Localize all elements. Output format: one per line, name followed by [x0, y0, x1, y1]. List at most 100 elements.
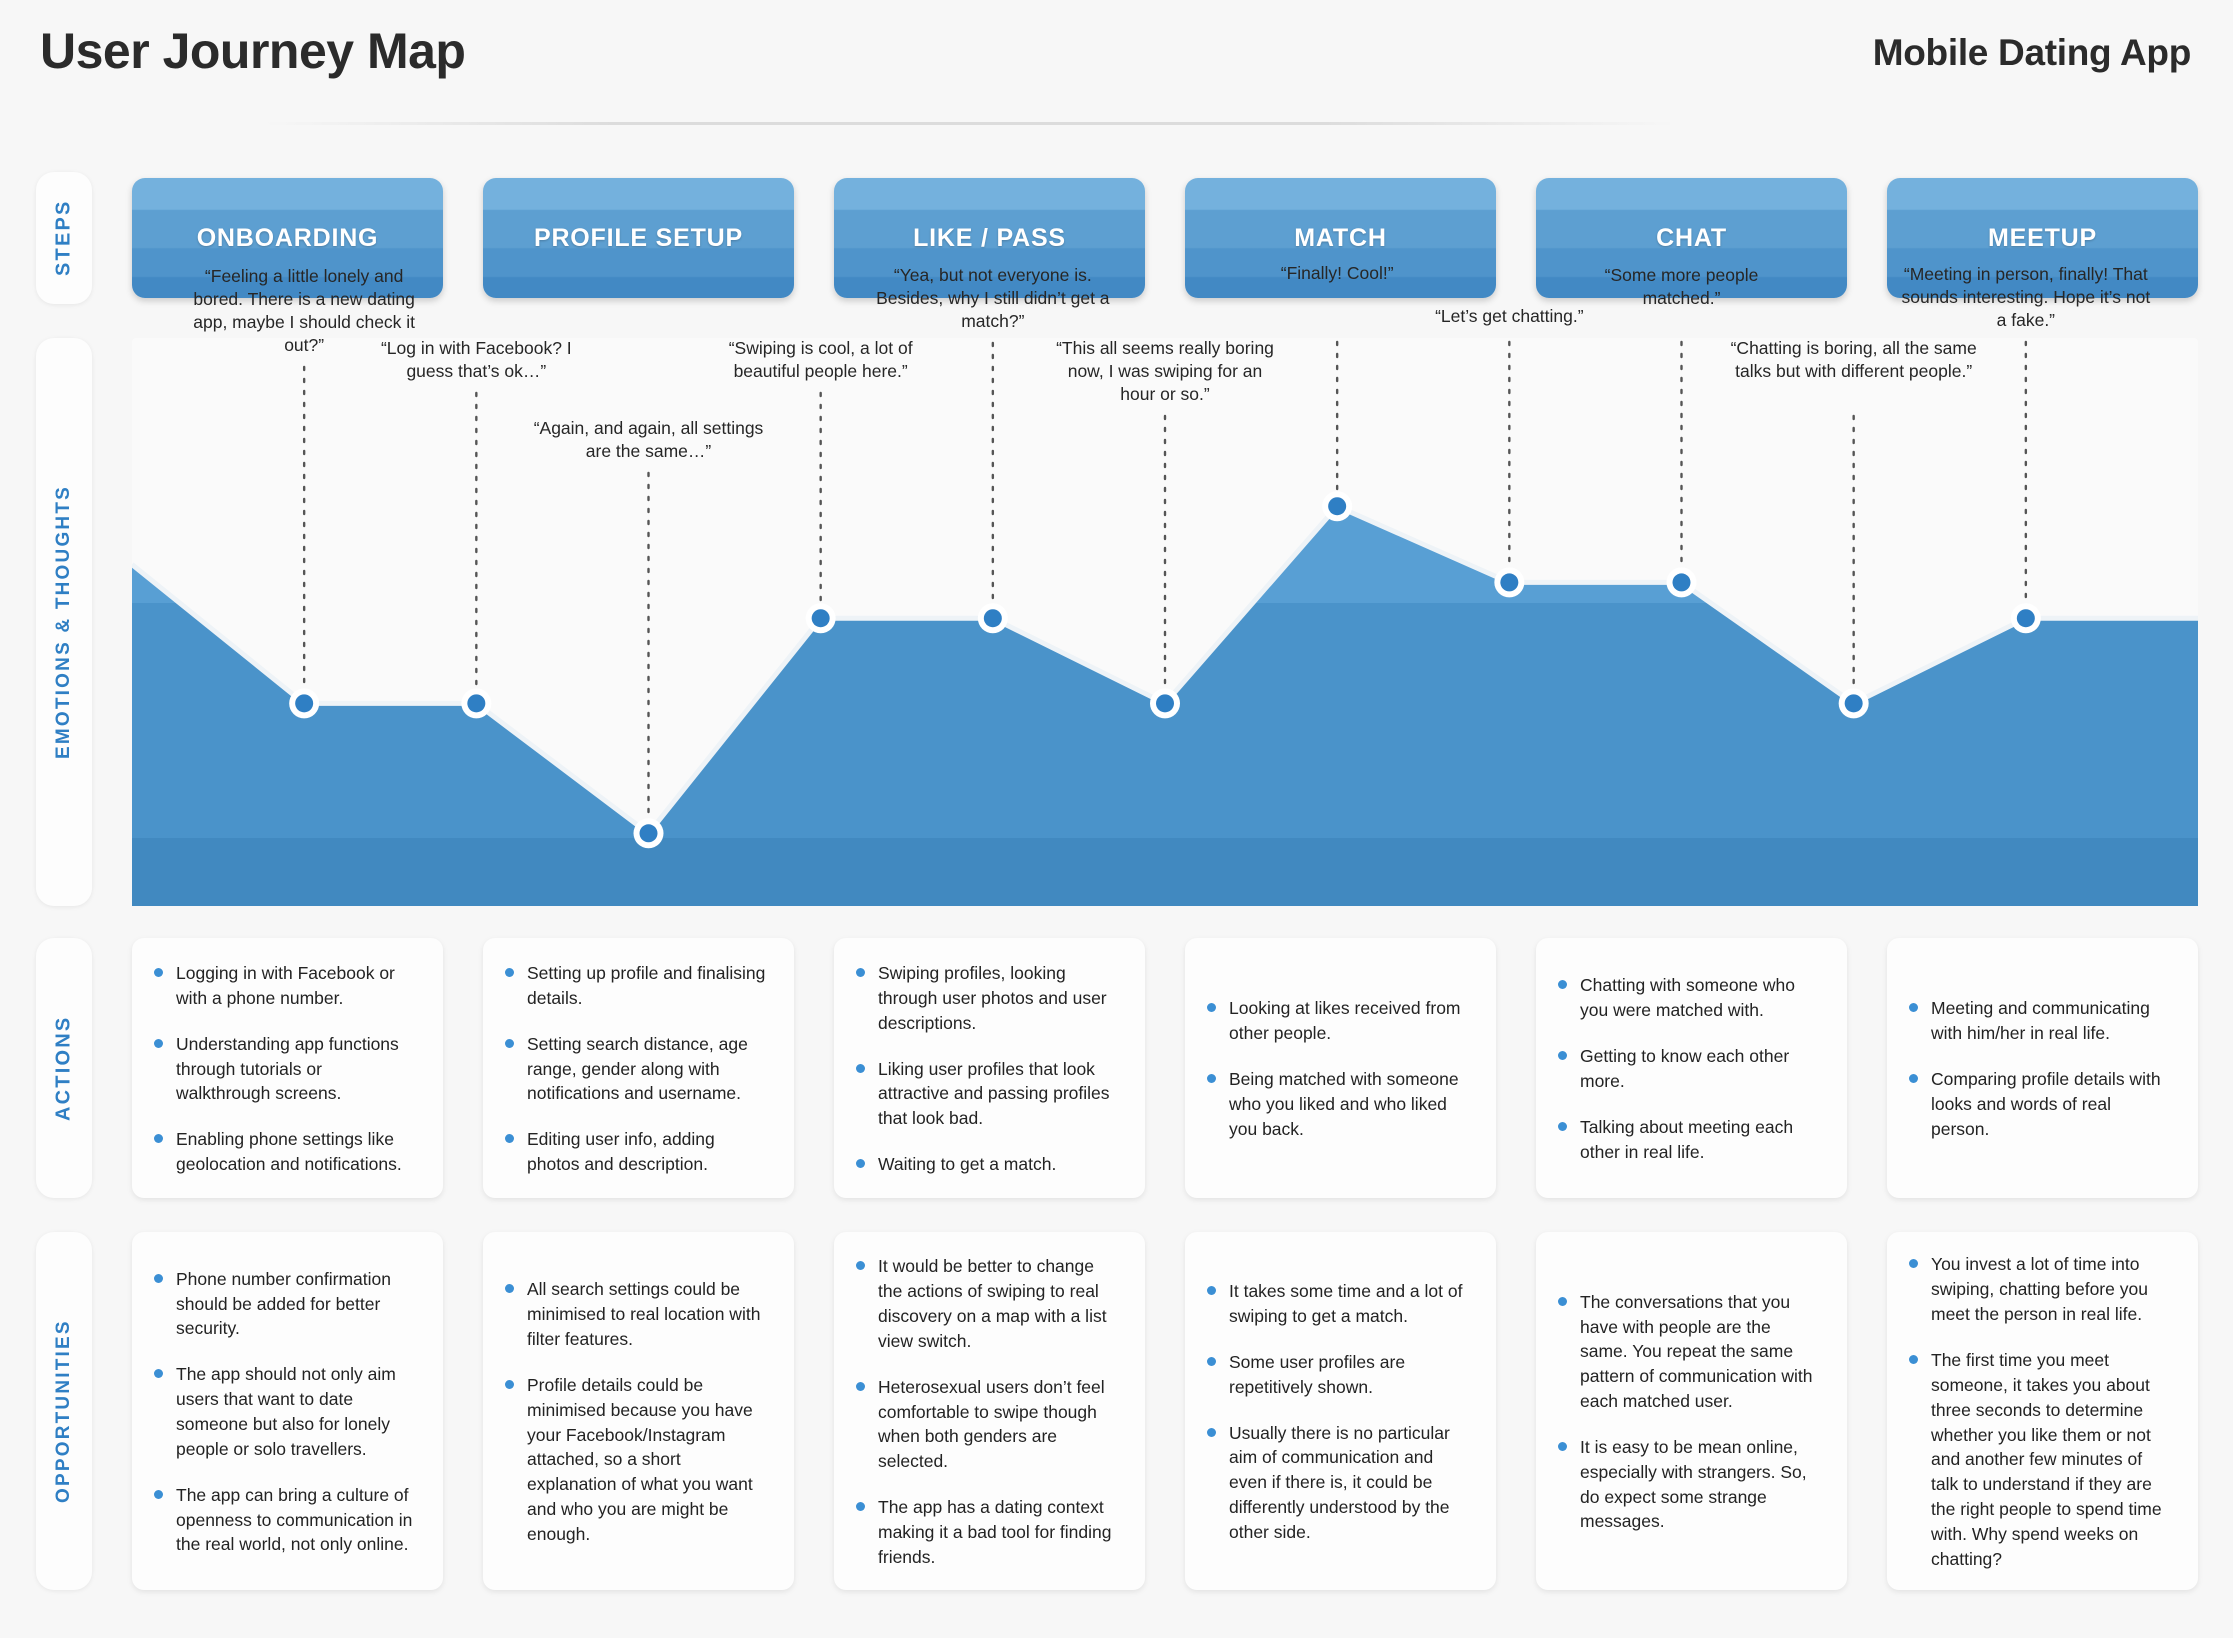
opportunity-item-text: All search settings could be minimised t…: [527, 1279, 761, 1349]
action-item-text: Talking about meeting each other in real…: [1580, 1116, 1794, 1162]
list-item: Comparing profile details with looks and…: [1909, 1067, 2172, 1142]
list-item: Swiping profiles, looking through user p…: [856, 961, 1119, 1036]
list-item: It is easy to be mean online, especially…: [1558, 1435, 1821, 1534]
action-card-5: Chatting with someone who you were match…: [1536, 938, 1847, 1198]
emotion-node-core[interactable]: [2016, 609, 2035, 628]
action-item-text: Liking user profiles that look attractiv…: [878, 1058, 1110, 1129]
emotion-node-core[interactable]: [811, 609, 830, 628]
bullet-dot-icon: [505, 1038, 514, 1048]
emotion-quote-3: “Again, and again, all settings are the …: [533, 418, 764, 462]
list-item: Some user profiles are repetitively show…: [1207, 1350, 1470, 1400]
list-item: Talking about meeting each other in real…: [1558, 1115, 1821, 1165]
page-title: User Journey Map: [40, 23, 466, 79]
opportunity-card-2: All search settings could be minimised t…: [483, 1232, 794, 1590]
action-card-2: Setting up profile and finalising detail…: [483, 938, 794, 1198]
opportunity-item-text: The first time you meet someone, it take…: [1931, 1349, 2162, 1569]
emotion-quote-2: “Log in with Facebook? I guess that’s ok…: [380, 338, 572, 382]
opportunity-item-text: The app has a dating context making it a…: [878, 1497, 1112, 1567]
bullet-dot-icon: [154, 968, 163, 978]
emotion-node-core[interactable]: [1156, 694, 1174, 713]
emotion-quote-9: “Some more people matched.”: [1604, 265, 1759, 309]
emotions-row-label: EMOTIONS & THOUGHTS: [53, 484, 74, 760]
bullet-dot-icon: [1207, 1074, 1216, 1084]
list-item: The app can bring a culture of openness …: [154, 1483, 417, 1558]
bullet-dot-icon: [856, 1381, 865, 1391]
user-journey-map-page: User Journey Map Mobile Dating App STEPS…: [0, 0, 2233, 1638]
bullet-dot-icon: [154, 1134, 163, 1144]
emotion-node-core[interactable]: [467, 694, 486, 713]
list-item: Setting up profile and finalising detail…: [505, 961, 768, 1011]
opportunity-card-1: Phone number confirmation should be adde…: [132, 1232, 443, 1590]
bullet-dot-icon: [1558, 1441, 1567, 1451]
page-subtitle: Mobile Dating App: [1872, 32, 2192, 73]
opportunity-item-text: Usually there is no particular aim of co…: [1229, 1422, 1450, 1542]
bullet-dot-icon: [856, 1063, 865, 1073]
action-item-text: Waiting to get a match.: [878, 1154, 1057, 1175]
action-item-text: Editing user info, adding photos and des…: [527, 1129, 715, 1175]
emotion-curve-chart: [132, 340, 2198, 906]
actions-row-label: ACTIONS: [52, 1015, 75, 1121]
list-item: Meeting and communicating with him/her i…: [1909, 996, 2172, 1046]
emotion-node-core[interactable]: [1328, 497, 1347, 516]
step-card-2[interactable]: PROFILE SETUP: [483, 178, 794, 298]
list-item: Usually there is no particular aim of co…: [1207, 1421, 1470, 1545]
emotion-curve-panel: “Feeling a little lonely and bored. Ther…: [132, 263, 2198, 906]
opportunity-item-text: Heterosexual users don’t feel comfortabl…: [878, 1376, 1105, 1472]
step-card-label: MATCH: [1294, 223, 1387, 252]
list-item: It would be better to change the actions…: [856, 1254, 1119, 1353]
emotion-node-core[interactable]: [295, 694, 314, 713]
list-item: Editing user info, adding photos and des…: [505, 1127, 768, 1177]
bullet-dot-icon: [1909, 1003, 1918, 1013]
list-item: Setting search distance, age range, gend…: [505, 1032, 768, 1107]
list-item: All search settings could be minimised t…: [505, 1277, 768, 1352]
opportunity-item-text: It is easy to be mean online, especially…: [1580, 1436, 1807, 1532]
emotion-node-core[interactable]: [1844, 694, 1863, 713]
emotion-node-core[interactable]: [639, 824, 658, 843]
list-item: The conversations that you have with peo…: [1558, 1290, 1821, 1414]
bullet-dot-icon: [1558, 1051, 1567, 1061]
step-card-label: CHAT: [1656, 223, 1727, 252]
emotion-quote-6: “This all seems really boring now, I was…: [1056, 338, 1274, 405]
opportunity-item-text: The app should not only aim users that w…: [176, 1364, 396, 1459]
bullet-dot-icon: [505, 1134, 514, 1144]
opportunity-item-text: Profile details could be minimised becau…: [527, 1374, 753, 1544]
bullet-dot-icon: [1207, 1003, 1216, 1013]
list-item: Being matched with someone who you liked…: [1207, 1067, 1470, 1142]
list-item: The first time you meet someone, it take…: [1909, 1348, 2172, 1572]
emotion-quote-5: “Yea, but not everyone is. Besides, why …: [876, 265, 1110, 332]
opportunity-item-text: Some user profiles are repetitively show…: [1229, 1351, 1406, 1397]
bullet-dot-icon: [1207, 1427, 1216, 1437]
action-item-text: Being matched with someone who you liked…: [1229, 1069, 1459, 1139]
action-item-text: Understanding app functions through tuto…: [176, 1033, 399, 1104]
opportunity-card-4: It takes some time and a lot of swiping …: [1185, 1232, 1496, 1590]
list-item: Understanding app functions through tuto…: [154, 1032, 417, 1107]
bullet-dot-icon: [505, 1379, 514, 1389]
bullet-dot-icon: [1207, 1356, 1216, 1366]
list-item: Looking at likes received from other peo…: [1207, 996, 1470, 1046]
bullet-dot-icon: [1207, 1286, 1216, 1296]
action-item-text: Getting to know each other more.: [1580, 1046, 1790, 1091]
action-item-text: Meeting and communicating with him/her i…: [1931, 998, 2150, 1044]
list-item: Heterosexual users don’t feel comfortabl…: [856, 1375, 1119, 1474]
emotion-node-core[interactable]: [1500, 573, 1519, 592]
list-item: Profile details could be minimised becau…: [505, 1373, 768, 1547]
bullet-dot-icon: [856, 968, 865, 978]
bullet-dot-icon: [154, 1038, 163, 1048]
bullet-dot-icon: [154, 1273, 163, 1283]
bullet-dot-icon: [1909, 1354, 1918, 1364]
list-item: Liking user profiles that look attractiv…: [856, 1057, 1119, 1132]
bullet-dot-icon: [154, 1369, 163, 1379]
bullet-dot-icon: [856, 1502, 865, 1512]
emotion-quote-7: “Finally! Cool!”: [1280, 263, 1394, 283]
bullet-dot-icon: [1558, 1296, 1567, 1306]
action-card-4: Looking at likes received from other peo…: [1185, 938, 1496, 1198]
bullet-dot-icon: [154, 1489, 163, 1499]
emotion-node-core[interactable]: [983, 609, 1002, 628]
list-item: The app has a dating context making it a…: [856, 1495, 1119, 1570]
action-card-6: Meeting and communicating with him/her i…: [1887, 938, 2198, 1198]
action-item-text: Enabling phone settings like geolocation…: [176, 1129, 402, 1175]
bullet-dot-icon: [1558, 1121, 1567, 1131]
bullet-dot-icon: [505, 968, 514, 978]
emotion-node-core[interactable]: [1672, 573, 1691, 592]
opportunity-item-text: It would be better to change the actions…: [878, 1256, 1107, 1351]
